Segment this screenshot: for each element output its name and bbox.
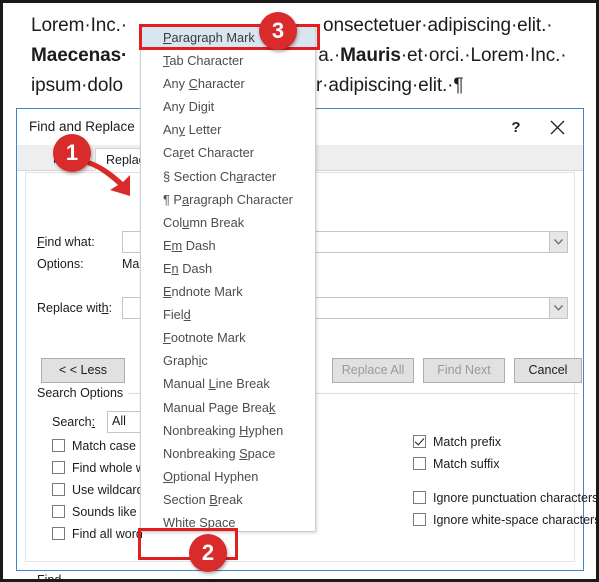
checkbox-label: Match suffix [433,457,500,471]
checkbox-match-suffix[interactable]: Match suffix [413,457,499,477]
document-line-2-prefix: Maecenas· [31,45,128,66]
document-line-2-suffix: ·et·orci.·Lorem·Inc.· [400,45,567,66]
menu-item-nonbreaking-space[interactable]: Nonbreaking Space [141,442,315,465]
checkbox-label: Use wildcard [72,483,144,497]
menu-item-graphic[interactable]: Graphic [141,349,315,372]
find-next-button[interactable]: Find Next [423,358,505,383]
menu-item-manual-line-break[interactable]: Manual Line Break [141,372,315,395]
menu-item-paragraph-character[interactable]: ¶ Paragraph Character [141,188,315,211]
document-line-2-mid: a.· [318,45,341,66]
cancel-button[interactable]: Cancel [514,358,582,383]
menu-item-section-character[interactable]: § Section Character [141,165,315,188]
document-line-3-prefix: ipsum·dolo [31,75,123,96]
checkbox-box[interactable] [413,435,426,448]
document-line-2-bold: Mauris [340,45,401,66]
checkbox-use-wildcards[interactable]: Use wildcard [52,483,144,503]
menu-item-any-character[interactable]: Any Character [141,72,315,95]
screenshot-frame: Lorem·Inc.· onsectetuer·adipiscing·elit.·… [0,0,599,582]
less-button[interactable]: < < Less [41,358,125,383]
checkbox-sounds-like[interactable]: Sounds like ( [52,505,144,525]
menu-item-footnote-mark[interactable]: Footnote Mark [141,326,315,349]
help-icon[interactable]: ? [505,117,527,139]
search-scope-value[interactable]: All [112,414,126,428]
menu-item-endnote-mark[interactable]: Endnote Mark [141,280,315,303]
checkbox-box[interactable] [52,505,65,518]
special-dropdown-menu: Paragraph Mark Tab Character Any Charact… [140,25,316,532]
search-options-group-label: Search Options [37,386,129,400]
close-icon[interactable] [545,117,569,139]
checkbox-label: Find whole w [72,461,145,475]
menu-item-manual-page-break[interactable]: Manual Page Break [141,396,315,419]
checkbox-ignore-punctuation[interactable]: Ignore punctuation characters [413,491,599,511]
checkbox-box[interactable] [52,527,65,540]
document-line-1-prefix: Lorem·Inc.· [31,15,128,36]
checkbox-box[interactable] [413,457,426,470]
replace-with-dropdown-arrow[interactable] [549,298,567,318]
menu-item-any-letter[interactable]: Any Letter [141,118,315,141]
checkbox-ignore-whitespace[interactable]: Ignore white-space characters [413,513,599,533]
checkbox-find-whole-words[interactable]: Find whole w [52,461,145,481]
replace-with-label: Replace with: [37,301,113,315]
menu-item-column-break[interactable]: Column Break [141,211,315,234]
checkbox-label: Match prefix [433,435,502,449]
checkbox-box[interactable] [413,513,426,526]
tab-find[interactable]: Find [43,148,87,170]
checkbox-match-prefix[interactable]: Match prefix [413,435,501,455]
menu-item-tab-character[interactable]: Tab Character [141,49,315,72]
options-value: Ma [122,257,140,271]
checkbox-label: Find all word [72,527,143,541]
checkbox-label: Match case [72,439,136,453]
find-what-label: Find what: [37,235,95,249]
checkbox-find-all-word-forms[interactable]: Find all word [52,527,143,547]
menu-item-any-digit[interactable]: Any Digit [141,95,315,118]
find-group-divider [76,580,578,581]
checkbox-box[interactable] [52,461,65,474]
checkbox-box[interactable] [413,491,426,504]
checkbox-label: Sounds like ( [72,505,145,519]
find-group-label: Find [37,573,67,579]
menu-item-white-space[interactable]: White Space [141,511,315,534]
document-line-3-suffix: r·adipiscing·elit.·¶ [315,75,464,96]
find-what-dropdown-arrow[interactable] [549,232,567,252]
checkbox-match-case[interactable]: Match case [52,439,136,459]
checkbox-label: Ignore white-space characters [433,513,599,527]
menu-item-nonbreaking-hyphen[interactable]: Nonbreaking Hyphen [141,419,315,442]
dialog-title: Find and Replace [29,119,135,134]
menu-item-caret-character[interactable]: Caret Character [141,141,315,164]
menu-item-optional-hyphen[interactable]: Optional Hyphen [141,465,315,488]
replace-all-button[interactable]: Replace All [332,358,414,383]
menu-item-en-dash[interactable]: En Dash [141,257,315,280]
options-label: Options: [37,257,84,271]
checkbox-box[interactable] [52,483,65,496]
checkbox-label: Ignore punctuation characters [433,491,599,505]
document-line-1-suffix: onsectetuer·adipiscing·elit.· [323,15,553,36]
menu-item-paragraph-mark[interactable]: Paragraph Mark [141,26,315,50]
menu-item-section-break[interactable]: Section Break [141,488,315,511]
search-label: Search: [52,415,96,429]
checkbox-box[interactable] [52,439,65,452]
menu-item-em-dash[interactable]: Em Dash [141,234,315,257]
menu-item-field[interactable]: Field [141,303,315,326]
